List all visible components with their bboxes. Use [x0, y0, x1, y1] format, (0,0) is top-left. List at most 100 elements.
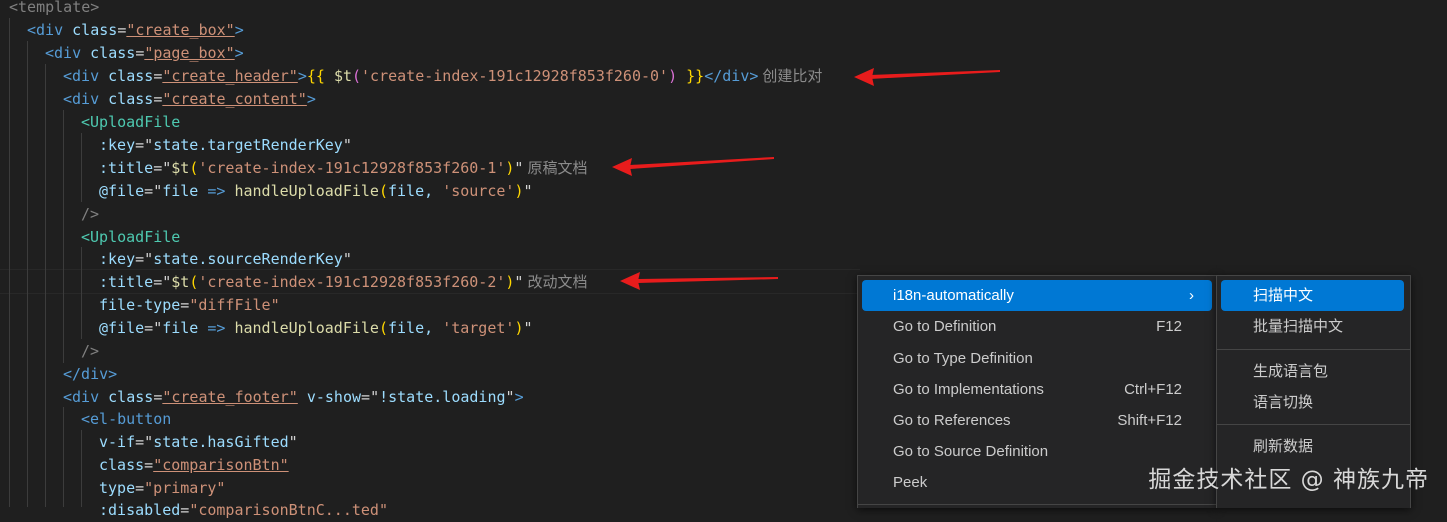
quote: "	[514, 273, 524, 291]
attr-name: class	[108, 67, 154, 85]
equals: =	[144, 319, 154, 337]
equals: =	[135, 250, 145, 268]
quote: "	[523, 319, 533, 337]
tag: <div	[27, 21, 73, 39]
menu-item-go-to-implementations[interactable]: Go to Implementations Ctrl+F12	[862, 374, 1212, 405]
code-line[interactable]: type="primary"	[99, 477, 225, 500]
code-line[interactable]: <div class="create_box">	[27, 19, 244, 42]
tag-end: </div>	[704, 67, 759, 85]
quote: "	[370, 388, 380, 406]
indent-guide	[63, 110, 64, 363]
submenu-item-batch-scan-chinese[interactable]: 批量扫描中文	[1221, 311, 1404, 342]
submenu-item-switch-language[interactable]: 语言切换	[1221, 387, 1404, 418]
quote: "	[153, 182, 163, 200]
code-line[interactable]: :key="state.targetRenderKey"	[99, 134, 352, 157]
code-line[interactable]: <div class="create_header">{{ $t('create…	[63, 65, 822, 88]
attr-expression: state.sourceRenderKey	[153, 250, 343, 268]
code-line[interactable]: </div>	[63, 363, 117, 386]
attr-value: "page_box"	[144, 44, 235, 62]
menu-separator	[1217, 349, 1410, 350]
code-line[interactable]: <div class="create_footer" v-show="!stat…	[63, 386, 524, 409]
code-line[interactable]: <el-button	[81, 408, 171, 431]
function-name: handleUploadFile	[225, 182, 379, 200]
menu-item-label: 刷新数据	[1253, 438, 1314, 455]
code-line[interactable]: @file="file => handleUploadFile(file, 't…	[99, 317, 533, 340]
code-line[interactable]: <UploadFile	[81, 226, 180, 249]
i18n-key: 'create-index-191c12928f853f260-2'	[198, 273, 506, 291]
arrow-operator: =>	[207, 319, 226, 337]
code-line[interactable]: <div class="page_box">	[45, 42, 244, 65]
attr-name: class	[99, 456, 145, 474]
quote: "	[514, 159, 524, 177]
menu-item-label: Go to Type Definition	[893, 350, 1033, 367]
function-name: $t	[333, 67, 352, 85]
indent-guide	[9, 18, 10, 507]
menu-item-i18n-automatically[interactable]: i18n-automatically ›	[862, 280, 1212, 311]
component-tag: <UploadFile	[81, 228, 181, 246]
code-line[interactable]: :title="$t('create-index-191c12928f853f2…	[99, 271, 587, 294]
self-close: />	[81, 205, 100, 223]
attr-expression: !state.loading	[379, 388, 506, 406]
mustache-close: }}	[677, 67, 705, 85]
equals: =	[144, 456, 154, 474]
quote: "	[342, 250, 352, 268]
quote: "	[288, 433, 298, 451]
self-close: />	[81, 342, 100, 360]
code-line[interactable]: <template>	[9, 0, 99, 19]
code-line[interactable]: <div class="create_content">	[63, 88, 316, 111]
attr-expression: state.targetRenderKey	[153, 136, 343, 154]
quote: "	[162, 159, 172, 177]
param: file	[162, 319, 208, 337]
submenu-item-scan-chinese[interactable]: 扫描中文	[1221, 280, 1404, 311]
equals: =	[180, 501, 190, 519]
quote: "	[342, 136, 352, 154]
code-line[interactable]: file-type="diffFile"	[99, 294, 280, 317]
indent-guide	[81, 430, 82, 507]
submenu-item-refresh-data[interactable]: 刷新数据	[1221, 431, 1404, 462]
red-arrow-icon	[854, 68, 1000, 86]
menu-item-go-to-type-definition[interactable]: Go to Type Definition	[862, 343, 1212, 374]
code-line[interactable]: />	[81, 203, 99, 226]
quote: "	[505, 388, 515, 406]
submenu-item-generate-language-pack[interactable]: 生成语言包	[1221, 356, 1404, 387]
indent-guide	[81, 247, 82, 339]
attr-expression: state.hasGifted	[153, 433, 289, 451]
attr-value: "comparisonBtn"	[153, 456, 289, 474]
attr-name: class	[72, 21, 118, 39]
code-line[interactable]: :key="state.sourceRenderKey"	[99, 248, 352, 271]
attr-name: v-show	[306, 388, 362, 406]
paren: (	[189, 273, 199, 291]
code-line[interactable]: :title="$t('create-index-191c12928f853f2…	[99, 157, 587, 180]
equals: =	[135, 44, 145, 62]
tag-close: >	[297, 67, 307, 85]
equals: =	[180, 296, 190, 314]
attr-name: class	[108, 388, 154, 406]
tag: <div	[63, 90, 109, 108]
tag: <div	[63, 388, 109, 406]
red-arrow-icon	[612, 157, 774, 176]
i18n-key: 'create-index-191c12928f853f260-0'	[361, 67, 669, 85]
code-line[interactable]: <UploadFile	[81, 111, 180, 134]
code-line[interactable]: class="comparisonBtn"	[99, 454, 289, 477]
function-name: handleUploadFile	[225, 319, 379, 337]
code-line[interactable]: v-if="state.hasGifted"	[99, 431, 298, 454]
attr-name: :title	[99, 159, 154, 177]
attr-value: "create_footer"	[162, 388, 298, 406]
menu-item-go-to-definition[interactable]: Go to Definition F12	[862, 311, 1212, 342]
mustache-open: {{	[306, 67, 334, 85]
code-line[interactable]: :disabled="comparisonBtnC...ted"	[99, 499, 388, 522]
menu-item-label: Peek	[893, 474, 928, 491]
menu-item-shortcut: Ctrl+F12	[1124, 381, 1182, 398]
equals: =	[153, 67, 163, 85]
inline-translation-hint: 创建比对	[762, 67, 823, 85]
menu-item-go-to-references[interactable]: Go to References Shift+F12	[862, 405, 1212, 436]
tag-close: >	[234, 21, 244, 39]
attr-value: "primary"	[144, 479, 226, 497]
quote: "	[153, 319, 163, 337]
code-line[interactable]: />	[81, 340, 99, 363]
equals: =	[144, 182, 154, 200]
menu-item-label: Go to References	[893, 412, 1011, 429]
menu-item-shortcut: Shift+F12	[1117, 412, 1182, 429]
code-line[interactable]: @file="file => handleUploadFile(file, 's…	[99, 180, 533, 203]
quote: "	[144, 433, 154, 451]
